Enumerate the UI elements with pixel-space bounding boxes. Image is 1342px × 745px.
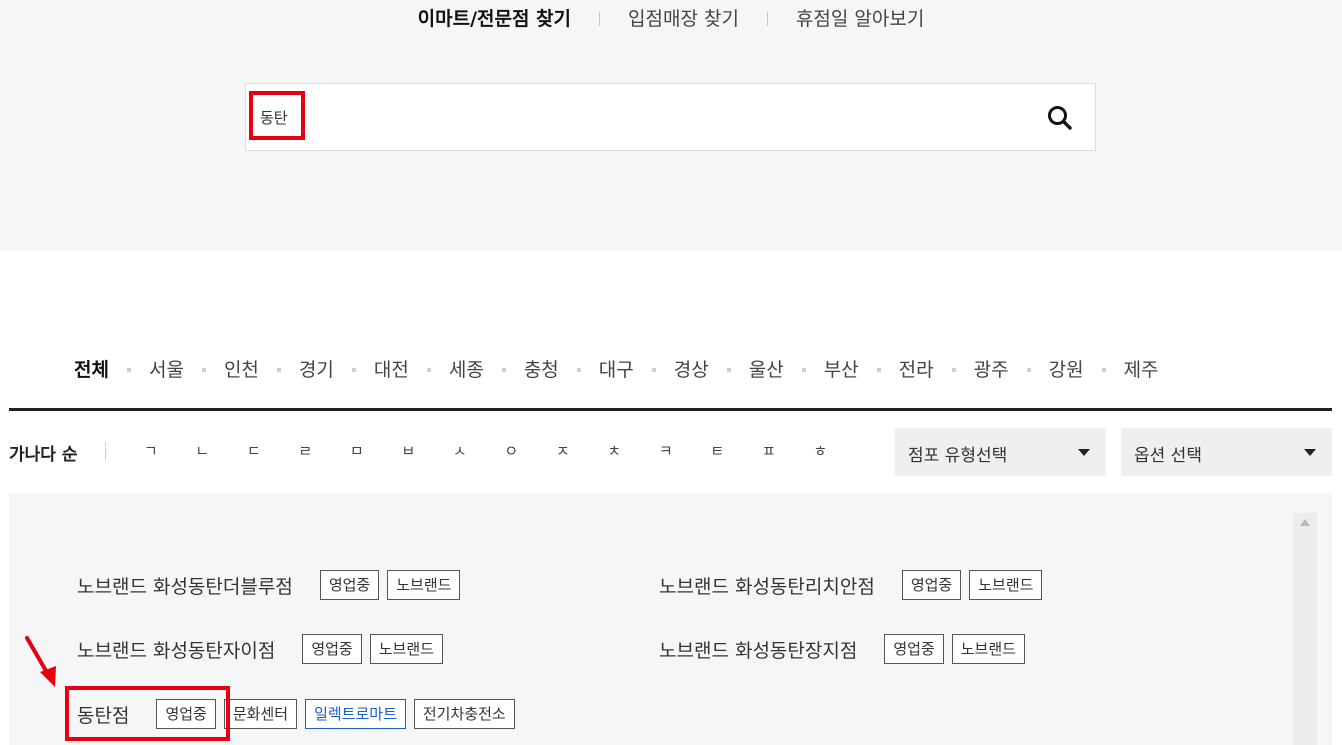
consonant-filter-item[interactable]: ㄷ <box>228 440 280 461</box>
region-tab-ulsan[interactable]: 울산 <box>731 356 802 384</box>
store-name[interactable]: 노브랜드 화성동탄더블루점 <box>77 572 293 599</box>
region-tab-gyeonggi[interactable]: 경기 <box>281 356 352 384</box>
consonant-filter-item[interactable]: ㅋ <box>640 440 692 461</box>
status-badge: 영업중 <box>302 634 362 664</box>
service-badge: 문화센터 <box>223 699 298 729</box>
option-select-value: 옵션 선택 <box>1134 446 1202 466</box>
status-badge: 영업중 <box>901 570 962 600</box>
consonant-filter-item[interactable]: ㅅ <box>434 440 486 461</box>
tab-tenant-search[interactable]: 입점매장 찾기 <box>600 6 767 32</box>
store-item: 노브랜드 화성동탄자이점 영업중 노브랜드 <box>77 634 451 664</box>
consonant-filter-item[interactable]: ㄴ <box>177 440 229 461</box>
sort-divider <box>105 442 106 460</box>
store-item: 노브랜드 화성동탄더블루점 영업중 노브랜드 <box>77 570 468 600</box>
store-type-badge: 노브랜드 <box>969 570 1043 600</box>
filter-row: 가나다 순 ㄱ ㄴ ㄷ ㄹ ㅁ ㅂ ㅅ ㅇ ㅈ ㅊ ㅋ ㅌ ㅍ ㅎ 점포 유형선… <box>9 428 1332 476</box>
service-badge: 전기차충전소 <box>413 699 515 729</box>
consonant-filter-item[interactable]: ㄱ <box>125 440 177 461</box>
consonant-filter-item[interactable]: ㅈ <box>537 440 589 461</box>
status-badge: 영업중 <box>884 634 944 664</box>
scrollbar[interactable] <box>1293 513 1317 745</box>
store-name[interactable]: 동탄점 <box>77 701 129 728</box>
service-badge: 일렉트로마트 <box>305 699 406 729</box>
chevron-down-icon <box>1078 449 1090 456</box>
region-tab-gyeongsang[interactable]: 경상 <box>656 356 727 384</box>
store-type-badge: 노브랜드 <box>951 634 1025 664</box>
tab-emart-store-search[interactable]: 이마트/전문점 찾기 <box>390 6 599 32</box>
store-results-panel: 노브랜드 화성동탄더블루점 영업중 노브랜드 노브랜드 화성동탄리치안점 영업중… <box>9 493 1332 745</box>
region-tab-all[interactable]: 전체 <box>56 356 127 384</box>
search-header-area: 이마트/전문점 찾기 입점매장 찾기 휴점일 알아보기 <box>0 0 1342 251</box>
top-tabs: 이마트/전문점 찾기 입점매장 찾기 휴점일 알아보기 <box>0 6 1342 32</box>
store-item: 노브랜드 화성동탄리치안점 영업중 노브랜드 <box>659 570 1050 600</box>
region-tab-daejeon[interactable]: 대전 <box>356 356 427 384</box>
consonant-filter-item[interactable]: ㅎ <box>795 440 847 461</box>
region-tab-sejong[interactable]: 세종 <box>431 356 502 384</box>
region-tab-busan[interactable]: 부산 <box>806 356 877 384</box>
region-tabs: 전체 서울 인천 경기 대전 세종 충청 대구 경상 울산 부산 전라 광주 강… <box>56 356 1177 384</box>
consonant-filter-item[interactable]: ㄹ <box>280 440 332 461</box>
store-type-select-value: 점포 유형선택 <box>908 446 1008 466</box>
tab-closed-days[interactable]: 휴점일 알아보기 <box>768 6 952 32</box>
region-tab-incheon[interactable]: 인천 <box>206 356 277 384</box>
store-name[interactable]: 노브랜드 화성동탄장지점 <box>659 636 857 663</box>
consonant-filter-item[interactable]: ㅁ <box>331 440 383 461</box>
chevron-down-icon <box>1304 449 1316 456</box>
store-type-select[interactable]: 점포 유형선택 <box>895 428 1106 476</box>
store-item: 노브랜드 화성동탄장지점 영업중 노브랜드 <box>659 634 1033 664</box>
region-tab-jeolla[interactable]: 전라 <box>881 356 952 384</box>
sort-label: 가나다 순 <box>9 445 78 465</box>
option-select[interactable]: 옵션 선택 <box>1121 428 1332 476</box>
scroll-up-arrow-icon[interactable] <box>1300 519 1310 526</box>
status-badge: 영업중 <box>319 570 380 600</box>
search-icon <box>1048 106 1072 130</box>
region-tab-seoul[interactable]: 서울 <box>131 356 202 384</box>
store-item: 동탄점 영업중 문화센터 일렉트로마트 전기차충전소 <box>77 699 523 729</box>
search-box <box>245 83 1096 151</box>
consonant-filter-item[interactable]: ㅍ <box>743 440 795 461</box>
section-divider <box>9 408 1332 411</box>
consonant-filter-item[interactable]: ㅊ <box>589 440 641 461</box>
region-tab-gangwon[interactable]: 강원 <box>1031 356 1102 384</box>
consonant-filter-item[interactable]: ㅇ <box>486 440 538 461</box>
consonant-filter: ㄱ ㄴ ㄷ ㄹ ㅁ ㅂ ㅅ ㅇ ㅈ ㅊ ㅋ ㅌ ㅍ ㅎ <box>125 440 846 461</box>
region-tab-daegu[interactable]: 대구 <box>581 356 652 384</box>
store-type-badge: 노브랜드 <box>387 570 461 600</box>
pointer-arrow-icon <box>25 636 56 687</box>
search-button[interactable] <box>1045 103 1075 133</box>
region-tab-gwangju[interactable]: 광주 <box>956 356 1027 384</box>
region-tab-jeju[interactable]: 제주 <box>1106 356 1177 384</box>
search-input[interactable] <box>260 84 1020 150</box>
store-name[interactable]: 노브랜드 화성동탄리치안점 <box>659 572 875 599</box>
consonant-filter-item[interactable]: ㅌ <box>692 440 744 461</box>
region-tab-chungcheong[interactable]: 충청 <box>506 356 577 384</box>
consonant-filter-item[interactable]: ㅂ <box>383 440 435 461</box>
store-name[interactable]: 노브랜드 화성동탄자이점 <box>77 636 275 663</box>
store-type-badge: 노브랜드 <box>369 634 443 664</box>
status-badge: 영업중 <box>156 699 216 729</box>
